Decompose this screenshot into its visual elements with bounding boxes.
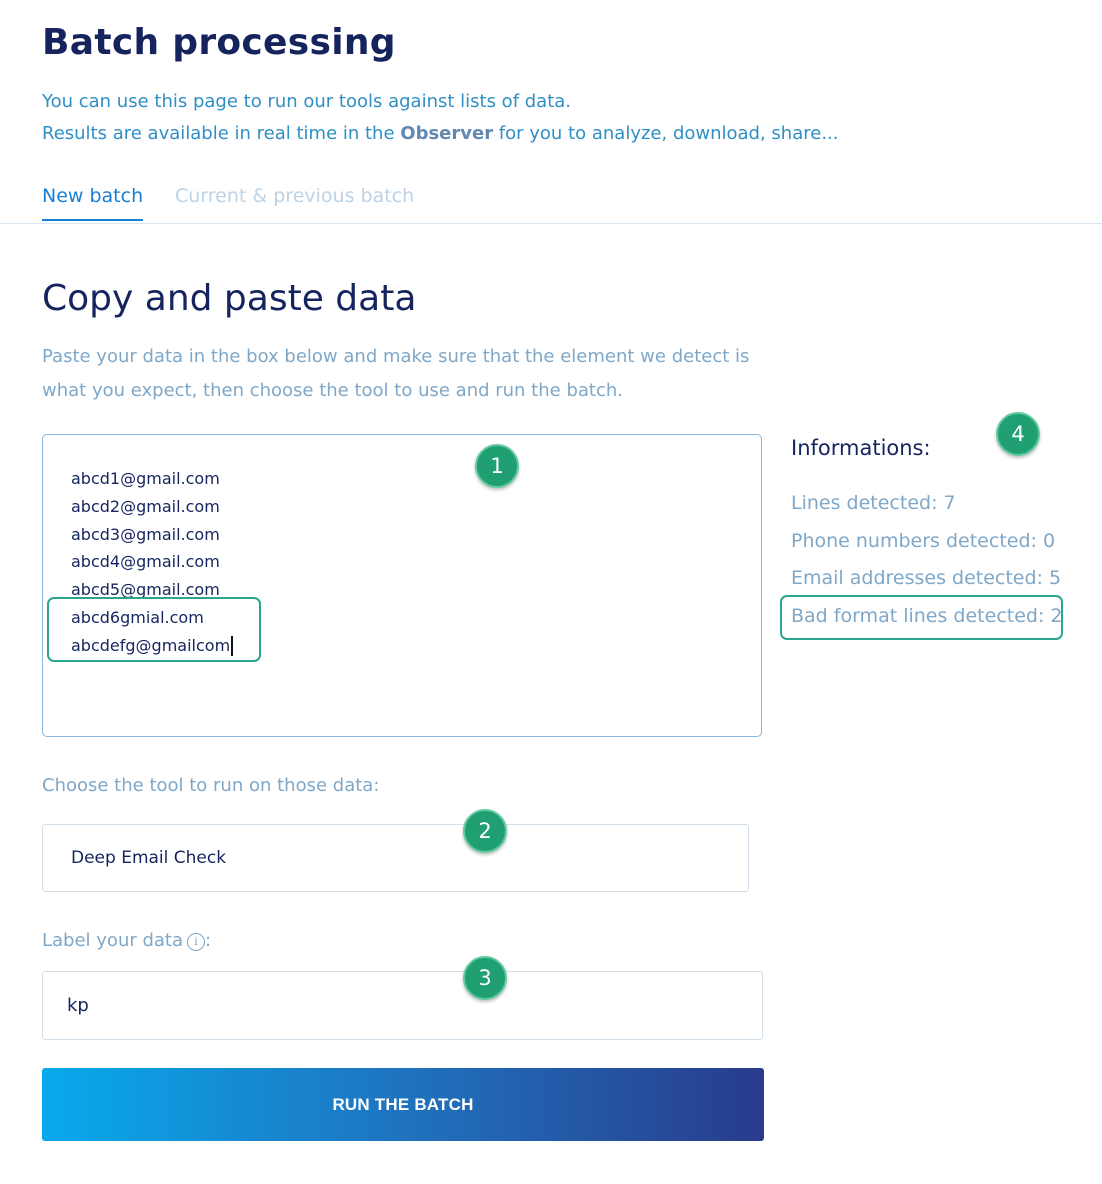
data-line: abcd1@gmail.com xyxy=(71,469,220,488)
data-label-text: Label your data xyxy=(42,930,184,951)
section-description: Paste your data in the box below and mak… xyxy=(42,346,750,401)
annotation-badge-4: 4 xyxy=(996,412,1040,456)
bad-format-highlight xyxy=(780,595,1063,640)
data-label-input[interactable]: kp xyxy=(42,971,763,1040)
bad-lines-highlight xyxy=(47,597,261,662)
tab-new-batch[interactable]: New batch xyxy=(42,185,144,221)
annotation-badge-2: 2 xyxy=(463,809,507,853)
tool-label: Choose the tool to run on those data: xyxy=(42,775,380,796)
tab-bar: New batch Current & previous batch xyxy=(0,180,1102,224)
run-batch-button[interactable]: RUN THE BATCH xyxy=(42,1068,764,1141)
observer-link-text: Observer xyxy=(400,123,494,144)
info-icon[interactable]: i xyxy=(187,933,206,951)
data-line: abcd4@gmail.com xyxy=(71,552,220,572)
lines-detected: Lines detected: 7 xyxy=(791,492,956,514)
intro-line-2-prefix: Results are available in real time in th… xyxy=(42,123,401,144)
informations-title: Informations: xyxy=(791,436,931,460)
annotation-badge-1: 1 xyxy=(475,444,519,488)
annotation-badge-3: 3 xyxy=(463,956,507,1000)
page-title: Batch processing xyxy=(42,22,396,63)
intro-text: You can use this page to run our tools a… xyxy=(42,86,839,150)
tab-current-previous-batch[interactable]: Current & previous batch xyxy=(175,185,414,219)
colon: : xyxy=(205,930,212,951)
data-line: abcd3@gmail.com xyxy=(71,524,220,544)
email-addresses-detected: Email addresses detected: 5 xyxy=(791,567,1062,589)
data-line: abcd2@gmail.com xyxy=(71,496,220,516)
tool-select[interactable]: Deep Email Check xyxy=(42,824,749,892)
data-textarea[interactable]: abcd1@gmail.com abcd2@gmail.com abcd3@gm… xyxy=(42,434,762,737)
section-title: Copy and paste data xyxy=(42,278,417,319)
intro-line-2-suffix: for you to analyze, download, share... xyxy=(493,123,839,144)
intro-line-2: Results are available in real time in th… xyxy=(42,118,839,150)
phone-numbers-detected: Phone numbers detected: 0 xyxy=(791,530,1056,552)
intro-line-1: You can use this page to run our tools a… xyxy=(42,91,572,112)
data-label-label: Label your data i: xyxy=(42,930,211,951)
